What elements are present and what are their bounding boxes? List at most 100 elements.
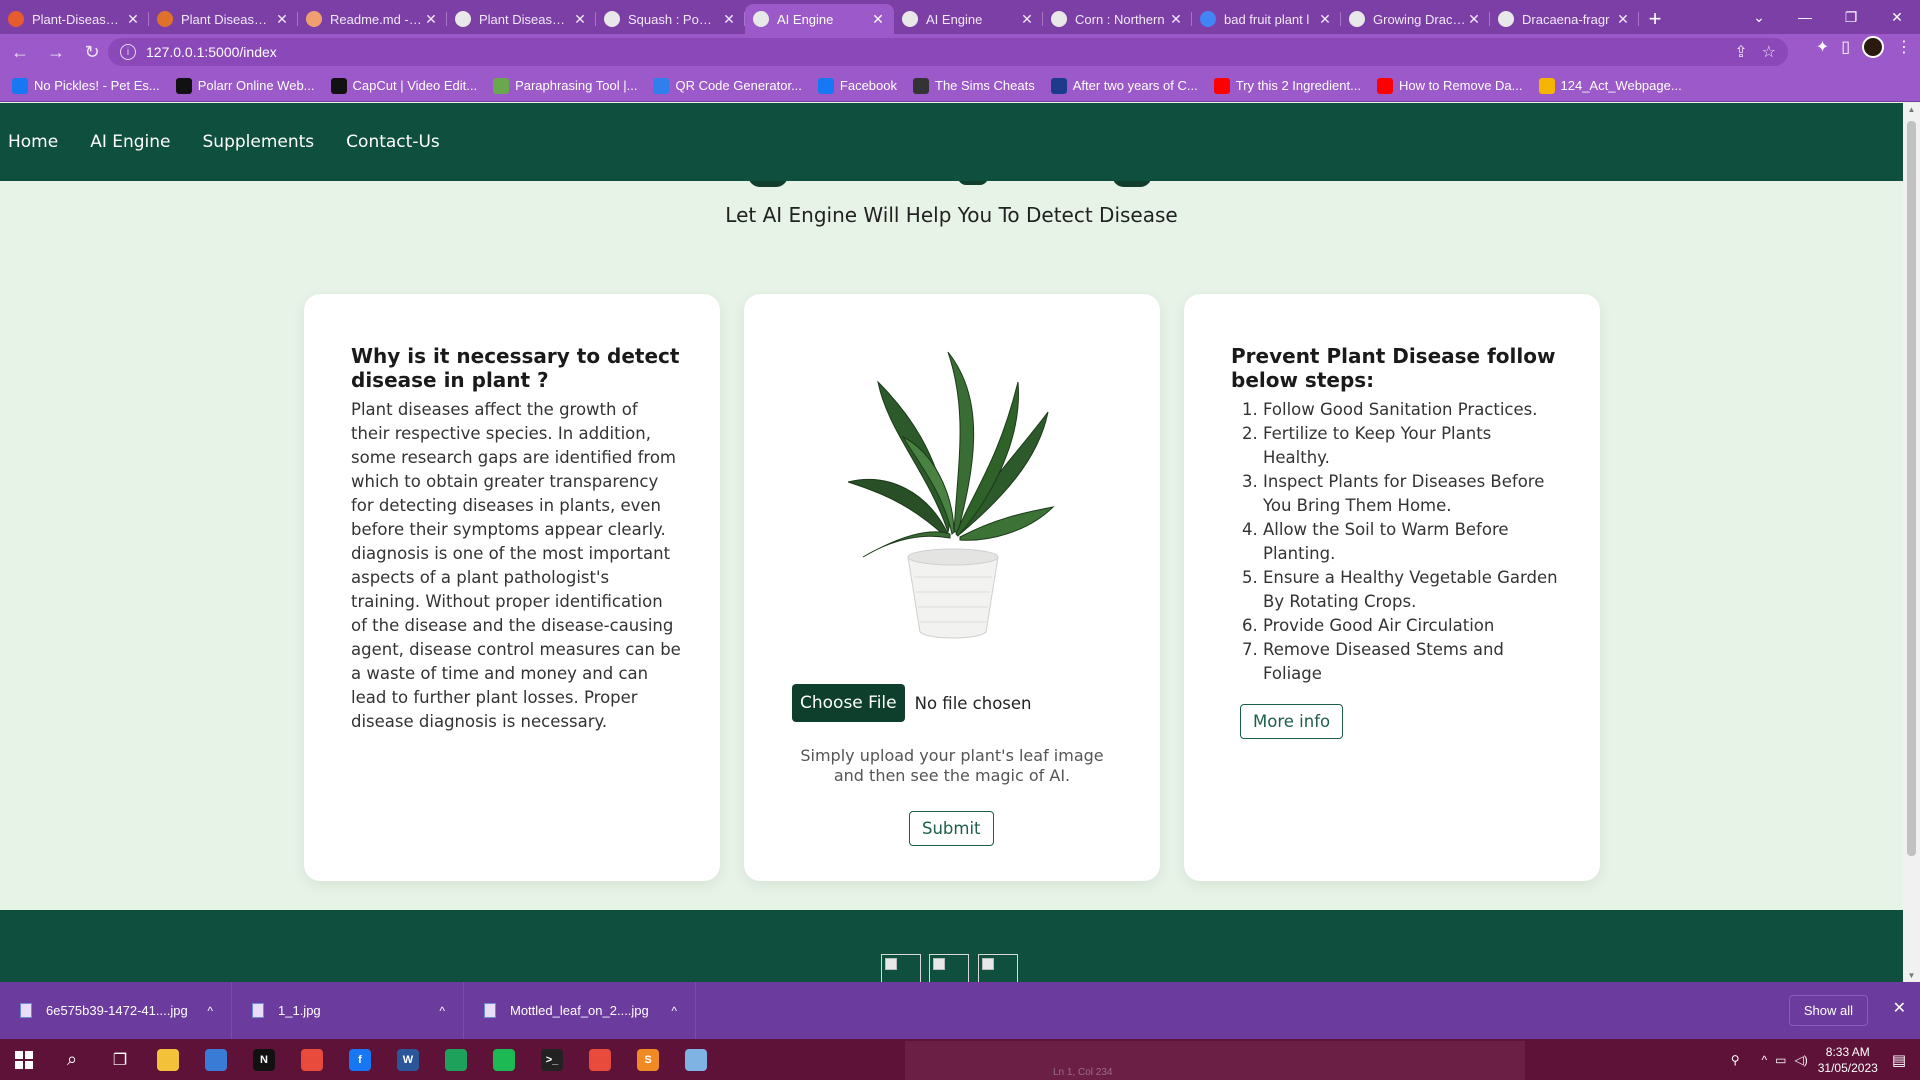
taskbar-app-store-icon[interactable] xyxy=(192,1039,240,1080)
close-tab-icon[interactable]: ✕ xyxy=(572,11,588,28)
side-panel-icon[interactable]: ▯ xyxy=(1841,37,1850,57)
task-view-icon[interactable]: ❐ xyxy=(96,1039,144,1080)
share-icon[interactable]: ⇪ xyxy=(1734,42,1747,62)
chevron-up-icon[interactable]: ^ xyxy=(207,1004,213,1018)
browser-tab[interactable]: Readme.md - Ju ✕ xyxy=(298,4,447,34)
browser-tab[interactable]: Plant-Disease-D ✕ xyxy=(0,4,149,34)
taskbar-app-notepad-icon[interactable] xyxy=(672,1039,720,1080)
bookmark-item[interactable]: Paraphrasing Tool |... xyxy=(493,77,637,94)
bookmark-item[interactable]: How to Remove Da... xyxy=(1376,77,1523,94)
taskbar-app-terminal-icon[interactable]: >_ xyxy=(528,1039,576,1080)
close-tab-icon[interactable]: ✕ xyxy=(1317,11,1333,28)
extensions-icon[interactable]: ✦ xyxy=(1816,37,1829,57)
more-info-button[interactable]: More info xyxy=(1240,704,1344,739)
info-card-body: Plant diseases affect the growth of thei… xyxy=(351,400,681,731)
menu-icon[interactable]: ⋮ xyxy=(1896,37,1912,57)
close-icon[interactable]: ✕ xyxy=(1893,998,1906,1018)
scrollbar-thumb[interactable] xyxy=(1907,121,1916,856)
browser-tab[interactable]: Growing Dracae ✕ xyxy=(1341,4,1490,34)
browser-tab[interactable]: Plant Disease Dr ✕ xyxy=(149,4,298,34)
taskbar-app-netflix-icon[interactable]: N xyxy=(240,1039,288,1080)
notifications-icon[interactable]: ▤ xyxy=(1892,1051,1906,1069)
download-item[interactable]: 6e575b39-1472-41....jpg ^ xyxy=(0,982,232,1039)
show-all-downloads-button[interactable]: Show all xyxy=(1788,995,1868,1026)
bookmark-item[interactable]: The Sims Cheats xyxy=(913,77,1035,94)
bookmark-favicon-icon xyxy=(817,77,834,94)
network-icon[interactable]: ▭ xyxy=(1775,1053,1786,1067)
clock[interactable]: 8:33 AM 31/05/2023 xyxy=(1818,1044,1878,1076)
browser-tab[interactable]: Corn : Northern ✕ xyxy=(1043,4,1192,34)
close-tab-icon[interactable]: ✕ xyxy=(1019,11,1035,28)
close-tab-icon[interactable]: ✕ xyxy=(721,11,737,28)
download-item[interactable]: Mottled_leaf_on_2....jpg ^ xyxy=(464,982,696,1039)
bookmark-item[interactable]: CapCut | Video Edit... xyxy=(330,77,477,94)
list-item: Fertilize to Keep Your Plants Healthy. xyxy=(1263,422,1561,470)
browser-tab[interactable]: AI Engine ✕ xyxy=(745,4,894,34)
close-tab-icon[interactable]: ✕ xyxy=(1615,11,1631,28)
social-link-icon[interactable] xyxy=(929,954,969,982)
search-icon[interactable]: ⌕ xyxy=(48,1039,96,1080)
choose-file-button[interactable]: Choose File xyxy=(792,684,905,722)
restore-button[interactable]: ❐ xyxy=(1828,0,1874,34)
volume-icon[interactable]: ◁) xyxy=(1795,1053,1808,1067)
bookmark-item[interactable]: 124_Act_Webpage... xyxy=(1538,77,1682,94)
taskbar-app-facebook-icon[interactable]: f xyxy=(336,1039,384,1080)
bookmark-label: QR Code Generator... xyxy=(675,78,802,93)
close-tab-icon[interactable]: ✕ xyxy=(423,11,439,28)
taskbar-app-chrome-active-icon[interactable] xyxy=(576,1039,624,1080)
social-link-icon[interactable] xyxy=(978,954,1018,982)
download-item[interactable]: 1_1.jpg ^ xyxy=(232,982,464,1039)
scroll-up-icon[interactable]: ▲ xyxy=(1903,105,1920,114)
chevron-up-icon[interactable]: ^ xyxy=(439,1004,445,1018)
bookmark-item[interactable]: No Pickles! - Pet Es... xyxy=(12,77,160,94)
taskbar-app-word-icon[interactable]: W xyxy=(384,1039,432,1080)
new-tab-button[interactable]: + xyxy=(1639,4,1671,34)
reload-icon[interactable]: ↻ xyxy=(76,36,108,68)
browser-tab[interactable]: Dracaena-fragr ✕ xyxy=(1490,4,1639,34)
browser-tab[interactable]: bad fruit plant l ✕ xyxy=(1192,4,1341,34)
start-icon[interactable] xyxy=(0,1039,48,1080)
prevention-card: Prevent Plant Disease follow below steps… xyxy=(1184,294,1600,881)
close-tab-icon[interactable]: ✕ xyxy=(125,11,141,28)
taskbar-app-chrome-icon[interactable] xyxy=(288,1039,336,1080)
back-icon[interactable]: ← xyxy=(4,36,36,68)
profile-avatar[interactable] xyxy=(1862,36,1884,58)
close-tab-icon[interactable]: ✕ xyxy=(274,11,290,28)
bookmark-item[interactable]: Try this 2 Ingredient... xyxy=(1213,77,1361,94)
browser-tab[interactable]: Plant Disease D ✕ xyxy=(447,4,596,34)
url-bar[interactable]: i 127.0.0.1:5000/index ⇪ ☆ xyxy=(108,38,1788,66)
minimize-button[interactable]: — xyxy=(1782,0,1828,34)
taskbar-app-sublime-icon[interactable]: S xyxy=(624,1039,672,1080)
prevention-card-heading: Prevent Plant Disease follow below steps… xyxy=(1231,344,1556,392)
taskbar-app-edge-icon[interactable] xyxy=(432,1039,480,1080)
page-scrollbar[interactable]: ▲ ▼ xyxy=(1903,103,1920,982)
browser-tab[interactable]: AI Engine ✕ xyxy=(894,4,1043,34)
scroll-down-icon[interactable]: ▼ xyxy=(1903,971,1920,980)
submit-button[interactable]: Submit xyxy=(909,811,994,846)
bookmark-item[interactable]: QR Code Generator... xyxy=(653,77,802,94)
taskbar-app-file-explorer-icon[interactable] xyxy=(144,1039,192,1080)
close-tab-icon[interactable]: ✕ xyxy=(1168,11,1184,28)
chevron-up-icon[interactable]: ^ xyxy=(1762,1053,1768,1067)
close-tab-icon[interactable]: ✕ xyxy=(1466,11,1482,28)
bookmark-item[interactable]: After two years of C... xyxy=(1050,77,1198,94)
site-info-icon[interactable]: i xyxy=(120,44,136,60)
people-icon[interactable]: ⚲ xyxy=(1731,1053,1740,1067)
tab-search-icon[interactable]: ⌄ xyxy=(1736,0,1782,34)
bookmark-item[interactable]: Facebook xyxy=(817,77,897,94)
chevron-up-icon[interactable]: ^ xyxy=(671,1004,677,1018)
bookmark-item[interactable]: Polarr Online Web... xyxy=(175,77,315,94)
nav-contact-us[interactable]: Contact-Us xyxy=(346,132,440,152)
tab-title: bad fruit plant l xyxy=(1224,11,1310,27)
download-filename: 6e575b39-1472-41....jpg xyxy=(46,1003,188,1018)
nav-ai-engine[interactable]: AI Engine xyxy=(90,132,170,152)
close-tab-icon[interactable]: ✕ xyxy=(870,11,886,28)
forward-icon[interactable]: → xyxy=(40,36,72,68)
nav-home[interactable]: Home xyxy=(8,132,58,152)
nav-supplements[interactable]: Supplements xyxy=(203,132,315,152)
browser-tab[interactable]: Squash : Powde ✕ xyxy=(596,4,745,34)
close-window-button[interactable]: ✕ xyxy=(1874,0,1920,34)
social-link-icon[interactable] xyxy=(881,954,921,982)
bookmark-star-icon[interactable]: ☆ xyxy=(1762,42,1776,62)
taskbar-app-spotify-icon[interactable] xyxy=(480,1039,528,1080)
